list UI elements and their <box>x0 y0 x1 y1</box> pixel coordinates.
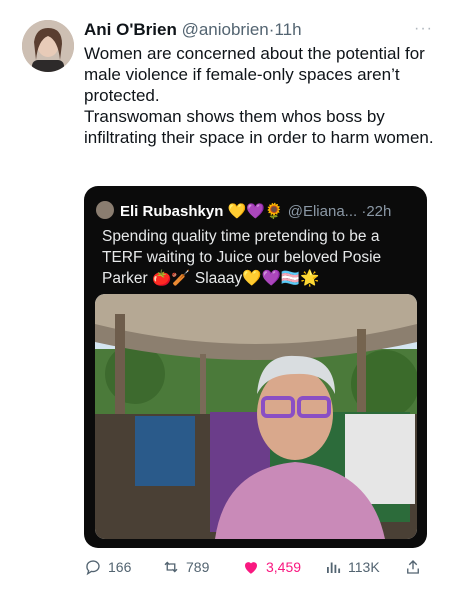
timestamp[interactable]: 11h <box>274 20 301 39</box>
tweet-header: Ani O'Brien @aniobrien·11h <box>84 19 435 43</box>
tweet-text-line: Women are concerned about the potential … <box>84 44 425 105</box>
share-icon <box>407 560 419 574</box>
tweet-text-line: Transwoman shows them whos boss by infil… <box>84 107 434 147</box>
like-button[interactable]: 3,459 <box>242 556 301 578</box>
action-bar: 166 789 3,459 113K <box>84 556 435 578</box>
author-handle[interactable]: @aniobrien <box>182 20 269 39</box>
author-name[interactable]: Ani O'Brien <box>84 20 177 39</box>
quote-text: Spending quality time pretending to be a… <box>102 228 382 287</box>
quote-name-emojis: 💛💜🌻 <box>227 203 284 220</box>
quote-image[interactable] <box>95 294 417 539</box>
retweet-icon <box>164 561 178 573</box>
quote-author-handle: @Eliana... <box>287 203 358 220</box>
like-count: 3,459 <box>266 559 302 575</box>
retweet-button[interactable]: 789 <box>162 556 209 578</box>
more-icon[interactable]: ··· <box>414 20 433 38</box>
views-icon <box>327 562 341 573</box>
reply-count: 166 <box>108 559 132 575</box>
quote-avatar <box>96 201 114 219</box>
tweet-text: Women are concerned about the potential … <box>84 43 436 148</box>
quote-author-name: Eli Rubashkyn <box>120 203 224 220</box>
reply-button[interactable]: 166 <box>84 556 131 578</box>
heart-icon <box>245 562 257 574</box>
views-button[interactable]: 113K <box>324 556 380 578</box>
quote-timestamp: 22h <box>366 203 392 220</box>
avatar[interactable] <box>22 20 74 72</box>
retweet-count: 789 <box>186 559 210 575</box>
quoted-tweet[interactable]: Eli Rubashkyn 💛💜🌻 @Eliana... ·22h Spendi… <box>84 186 427 548</box>
share-button[interactable] <box>404 556 422 578</box>
quote-header: Eli Rubashkyn 💛💜🌻 @Eliana... ·22h <box>96 201 417 223</box>
reply-icon <box>86 560 100 576</box>
views-count: 113K <box>348 559 380 575</box>
